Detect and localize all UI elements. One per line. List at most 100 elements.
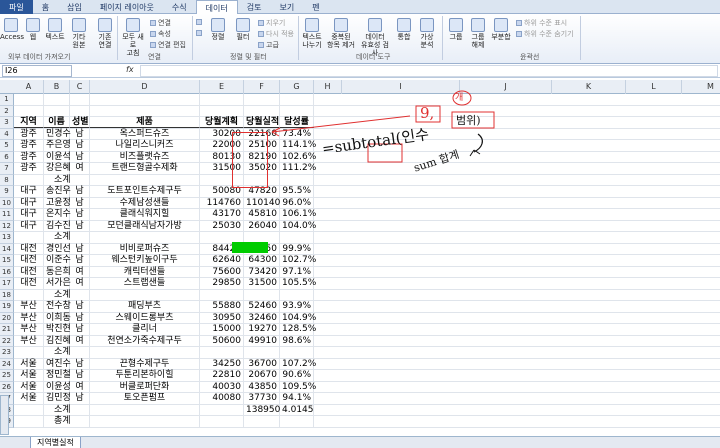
row-header[interactable]: 4 xyxy=(0,128,14,140)
table-cell[interactable]: 98.6% xyxy=(280,335,314,346)
ribbon-tab[interactable]: 보기 xyxy=(270,0,303,14)
table-cell[interactable]: 광주 xyxy=(14,163,44,174)
table-cell[interactable]: 온지수 xyxy=(44,209,71,220)
table-cell[interactable]: 남 xyxy=(70,324,90,335)
table-cell[interactable]: 114.1% xyxy=(280,140,316,151)
table-cell[interactable] xyxy=(280,94,314,105)
table-cell[interactable]: 73.4% xyxy=(280,128,314,139)
table-cell[interactable] xyxy=(200,404,244,415)
table-cell[interactable] xyxy=(280,174,314,185)
table-cell[interactable]: 25030 xyxy=(200,220,244,231)
table-cell[interactable] xyxy=(244,232,280,243)
row-header[interactable]: 26 xyxy=(0,381,14,393)
refresh-all-button[interactable]: 모두 새로 고침 xyxy=(120,18,146,57)
ribbon-tab[interactable]: 페이지 레이아웃 xyxy=(91,0,163,14)
ribbon-tab[interactable]: 데이터 xyxy=(195,0,238,14)
table-cell[interactable]: 64300 xyxy=(244,255,280,266)
table-cell[interactable]: 94.1% xyxy=(280,393,314,404)
table-cell[interactable]: 수제남성샌들 xyxy=(90,197,200,208)
edit-links-button[interactable]: 연결 편집 xyxy=(150,40,186,50)
table-cell[interactable]: 모던클래식남자가방 xyxy=(90,220,200,231)
row-header[interactable]: 16 xyxy=(0,266,14,278)
table-cell[interactable] xyxy=(70,404,90,415)
table-cell[interactable] xyxy=(90,416,200,427)
table-cell[interactable]: 대전 xyxy=(14,243,44,254)
name-box[interactable]: I26 xyxy=(2,65,72,77)
table-cell[interactable]: 남 xyxy=(70,358,90,369)
table-cell[interactable]: 박진현 xyxy=(44,324,71,335)
table-cell[interactable]: 20670 xyxy=(244,370,280,381)
ungroup-button[interactable]: 그룹 해제 xyxy=(468,18,488,49)
table-cell[interactable] xyxy=(244,94,280,105)
table-cell[interactable]: 광주 xyxy=(14,140,44,151)
table-cell[interactable] xyxy=(90,232,200,243)
table-cell[interactable]: 동은희 xyxy=(44,266,71,277)
table-cell[interactable] xyxy=(14,174,44,185)
row-header[interactable]: 24 xyxy=(0,358,14,370)
group-button[interactable]: 그룹 xyxy=(446,18,466,41)
table-cell[interactable]: 이름 xyxy=(44,117,70,128)
row-header[interactable]: 6 xyxy=(0,151,14,163)
table-cell[interactable]: 남 xyxy=(70,393,90,404)
table-cell[interactable] xyxy=(14,94,44,105)
table-cell[interactable]: 광주 xyxy=(14,151,44,162)
table-cell[interactable]: 31500 xyxy=(244,278,280,289)
table-cell[interactable]: 102.7% xyxy=(280,255,316,266)
table-cell[interactable] xyxy=(14,404,44,415)
table-cell[interactable]: 광주 xyxy=(14,128,44,139)
row-header[interactable]: 12 xyxy=(0,220,14,232)
table-cell[interactable] xyxy=(70,289,90,300)
table-cell[interactable]: 104.0% xyxy=(280,220,316,231)
row-header[interactable]: 10 xyxy=(0,197,14,209)
table-cell[interactable]: 민경수 xyxy=(44,128,71,139)
table-cell[interactable]: 주은영 xyxy=(44,140,71,151)
row-header[interactable]: 15 xyxy=(0,255,14,267)
table-cell[interactable]: 달성률 xyxy=(280,117,314,128)
show-detail-button[interactable]: 하위 수준 표시 xyxy=(516,18,567,28)
table-cell[interactable]: 김진혜 xyxy=(44,335,71,346)
text-to-columns-button[interactable]: 텍스트 나누기 xyxy=(300,18,324,49)
table-cell[interactable]: 29850 xyxy=(200,278,244,289)
formula-input[interactable] xyxy=(140,65,718,77)
table-cell[interactable] xyxy=(280,347,314,358)
fx-icon[interactable]: fx xyxy=(126,65,134,74)
table-cell[interactable]: 끈형수제구두 xyxy=(90,358,200,369)
table-cell[interactable]: 99.9% xyxy=(280,243,314,254)
row-header[interactable]: 2 xyxy=(0,105,14,117)
table-cell[interactable]: 96.0% xyxy=(280,197,314,208)
table-cell[interactable]: 서울 xyxy=(14,393,44,404)
table-cell[interactable]: 김민정 xyxy=(44,393,71,404)
table-cell[interactable]: 45810 xyxy=(244,209,280,220)
table-cell[interactable]: 37730 xyxy=(244,393,280,404)
column-header[interactable]: H xyxy=(314,80,342,94)
table-cell[interactable]: 138950 xyxy=(244,404,280,415)
existing-connections-button[interactable]: 기존 연결 xyxy=(94,18,116,49)
row-header[interactable]: 11 xyxy=(0,209,14,221)
table-cell[interactable] xyxy=(70,174,90,185)
table-cell[interactable]: 52460 xyxy=(244,301,280,312)
table-cell[interactable] xyxy=(90,105,200,116)
row-header[interactable]: 23 xyxy=(0,347,14,359)
table-cell[interactable]: 남 xyxy=(70,255,90,266)
table-cell[interactable]: 19270 xyxy=(244,324,280,335)
column-header[interactable]: C xyxy=(70,80,90,94)
text-button[interactable]: 텍스트 xyxy=(44,18,66,41)
table-cell[interactable]: 남 xyxy=(70,151,90,162)
properties-button[interactable]: 속성 xyxy=(150,29,171,39)
table-cell[interactable]: 클래식워지힐 xyxy=(90,209,200,220)
table-cell[interactable]: 스웨이드롱부츠 xyxy=(90,312,200,323)
table-cell[interactable] xyxy=(200,289,244,300)
table-cell[interactable]: 스트랩샌들 xyxy=(90,278,200,289)
table-cell[interactable]: 50600 xyxy=(200,335,244,346)
table-cell[interactable]: 남 xyxy=(70,186,90,197)
table-cell[interactable]: 이윤석 xyxy=(44,151,71,162)
web-button[interactable]: 웹 xyxy=(24,18,42,41)
table-cell[interactable]: 110140 xyxy=(244,197,280,208)
table-cell[interactable]: 90.6% xyxy=(280,370,314,381)
table-cell[interactable]: 서가은 xyxy=(44,278,71,289)
table-cell[interactable]: 전수창 xyxy=(44,301,71,312)
table-cell[interactable]: 32460 xyxy=(244,312,280,323)
table-cell[interactable]: 두툰리본하이힐 xyxy=(90,370,200,381)
table-cell[interactable]: 남 xyxy=(70,140,90,151)
table-cell[interactable]: 43850 xyxy=(244,381,280,392)
